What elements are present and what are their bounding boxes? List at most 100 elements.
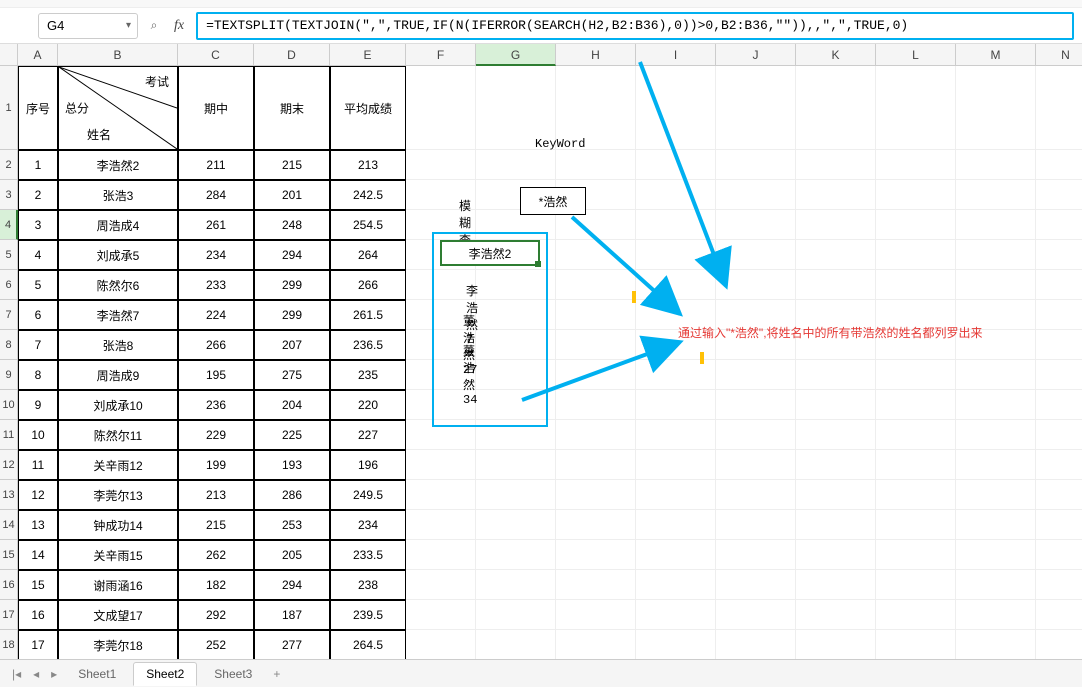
empty-cell[interactable] — [556, 300, 636, 330]
name-box[interactable]: G4 ▾ — [38, 13, 138, 39]
table-cell[interactable]: 266 — [178, 330, 254, 360]
table-cell[interactable]: 3 — [18, 210, 58, 240]
empty-cell[interactable] — [876, 480, 956, 510]
row-header[interactable]: 9 — [0, 360, 18, 390]
empty-cell[interactable] — [716, 240, 796, 270]
table-cell[interactable]: 225 — [254, 420, 330, 450]
empty-cell[interactable] — [556, 510, 636, 540]
table-cell[interactable]: 213 — [178, 480, 254, 510]
table-cell[interactable]: 李莞尔18 — [58, 630, 178, 660]
empty-cell[interactable] — [1036, 450, 1082, 480]
formula-bar[interactable]: =TEXTSPLIT(TEXTJOIN(",",TRUE,IF(N(IFERRO… — [196, 12, 1074, 40]
table-cell[interactable]: 193 — [254, 450, 330, 480]
table-cell[interactable]: 199 — [178, 450, 254, 480]
empty-cell[interactable] — [406, 66, 476, 150]
empty-cell[interactable] — [556, 240, 636, 270]
table-cell[interactable]: 235 — [330, 360, 406, 390]
empty-cell[interactable] — [636, 390, 716, 420]
empty-cell[interactable] — [716, 390, 796, 420]
empty-cell[interactable] — [406, 150, 476, 180]
empty-cell[interactable] — [796, 180, 876, 210]
column-header[interactable]: I — [636, 44, 716, 66]
empty-cell[interactable] — [636, 180, 716, 210]
row-header[interactable]: 17 — [0, 600, 18, 630]
empty-cell[interactable] — [406, 570, 476, 600]
table-cell[interactable]: 292 — [178, 600, 254, 630]
empty-cell[interactable] — [1036, 480, 1082, 510]
empty-cell[interactable] — [876, 510, 956, 540]
active-cell[interactable]: 李浩然2 — [440, 240, 540, 266]
empty-cell[interactable] — [636, 630, 716, 660]
empty-cell[interactable] — [716, 66, 796, 150]
empty-cell[interactable] — [636, 420, 716, 450]
tab-nav-prev-icon[interactable]: ◂ — [29, 667, 43, 681]
table-cell[interactable]: 233.5 — [330, 540, 406, 570]
search-icon[interactable]: ⌕ — [146, 18, 162, 33]
empty-cell[interactable] — [476, 450, 556, 480]
empty-cell[interactable] — [476, 570, 556, 600]
table-cell[interactable]: 7 — [18, 330, 58, 360]
empty-cell[interactable] — [956, 600, 1036, 630]
empty-cell[interactable] — [956, 150, 1036, 180]
column-header[interactable]: G — [476, 44, 556, 66]
empty-cell[interactable] — [716, 450, 796, 480]
table-cell[interactable]: 294 — [254, 240, 330, 270]
empty-cell[interactable] — [476, 150, 556, 180]
empty-cell[interactable] — [556, 330, 636, 360]
row-header[interactable]: 2 — [0, 150, 18, 180]
empty-cell[interactable] — [556, 480, 636, 510]
empty-cell[interactable] — [716, 150, 796, 180]
empty-cell[interactable] — [1036, 540, 1082, 570]
empty-cell[interactable] — [956, 180, 1036, 210]
empty-cell[interactable] — [876, 300, 956, 330]
column-header[interactable]: N — [1036, 44, 1082, 66]
table-cell[interactable]: 204 — [254, 390, 330, 420]
empty-cell[interactable] — [796, 570, 876, 600]
empty-cell[interactable] — [796, 330, 876, 360]
table-cell[interactable]: 239.5 — [330, 600, 406, 630]
empty-cell[interactable] — [876, 270, 956, 300]
empty-cell[interactable] — [716, 420, 796, 450]
empty-cell[interactable] — [796, 480, 876, 510]
table-cell[interactable]: 264 — [330, 240, 406, 270]
table-cell[interactable]: 李浩然2 — [58, 150, 178, 180]
empty-cell[interactable] — [876, 570, 956, 600]
table-cell[interactable]: 233 — [178, 270, 254, 300]
table-cell[interactable]: 12 — [18, 480, 58, 510]
row-header[interactable]: 15 — [0, 540, 18, 570]
empty-cell[interactable] — [406, 270, 476, 300]
table-cell[interactable]: 195 — [178, 360, 254, 390]
table-cell[interactable]: 266 — [330, 270, 406, 300]
empty-cell[interactable] — [406, 420, 476, 450]
table-cell[interactable]: 张浩3 — [58, 180, 178, 210]
empty-cell[interactable] — [636, 570, 716, 600]
empty-cell[interactable] — [716, 570, 796, 600]
fx-icon[interactable]: fx — [170, 18, 188, 34]
table-cell[interactable]: 299 — [254, 270, 330, 300]
empty-cell[interactable] — [876, 420, 956, 450]
fill-handle[interactable] — [535, 261, 541, 267]
table-cell[interactable]: 关辛雨15 — [58, 540, 178, 570]
empty-cell[interactable] — [556, 450, 636, 480]
empty-cell[interactable] — [796, 240, 876, 270]
table-cell[interactable]: 李莞尔13 — [58, 480, 178, 510]
empty-cell[interactable] — [556, 570, 636, 600]
column-header[interactable]: M — [956, 44, 1036, 66]
empty-cell[interactable] — [636, 270, 716, 300]
empty-cell[interactable] — [716, 330, 796, 360]
empty-cell[interactable] — [956, 540, 1036, 570]
empty-cell[interactable] — [876, 210, 956, 240]
empty-cell[interactable] — [406, 180, 476, 210]
empty-cell[interactable] — [956, 66, 1036, 150]
table-cell[interactable]: 13 — [18, 510, 58, 540]
table-cell[interactable]: 5 — [18, 270, 58, 300]
column-header[interactable]: K — [796, 44, 876, 66]
table-cell[interactable]: 238 — [330, 570, 406, 600]
row-header[interactable]: 13 — [0, 480, 18, 510]
empty-cell[interactable] — [476, 600, 556, 630]
tab-sheet1[interactable]: Sheet1 — [65, 662, 129, 686]
empty-cell[interactable] — [956, 450, 1036, 480]
empty-cell[interactable] — [876, 450, 956, 480]
table-cell[interactable]: 275 — [254, 360, 330, 390]
empty-cell[interactable] — [876, 330, 956, 360]
